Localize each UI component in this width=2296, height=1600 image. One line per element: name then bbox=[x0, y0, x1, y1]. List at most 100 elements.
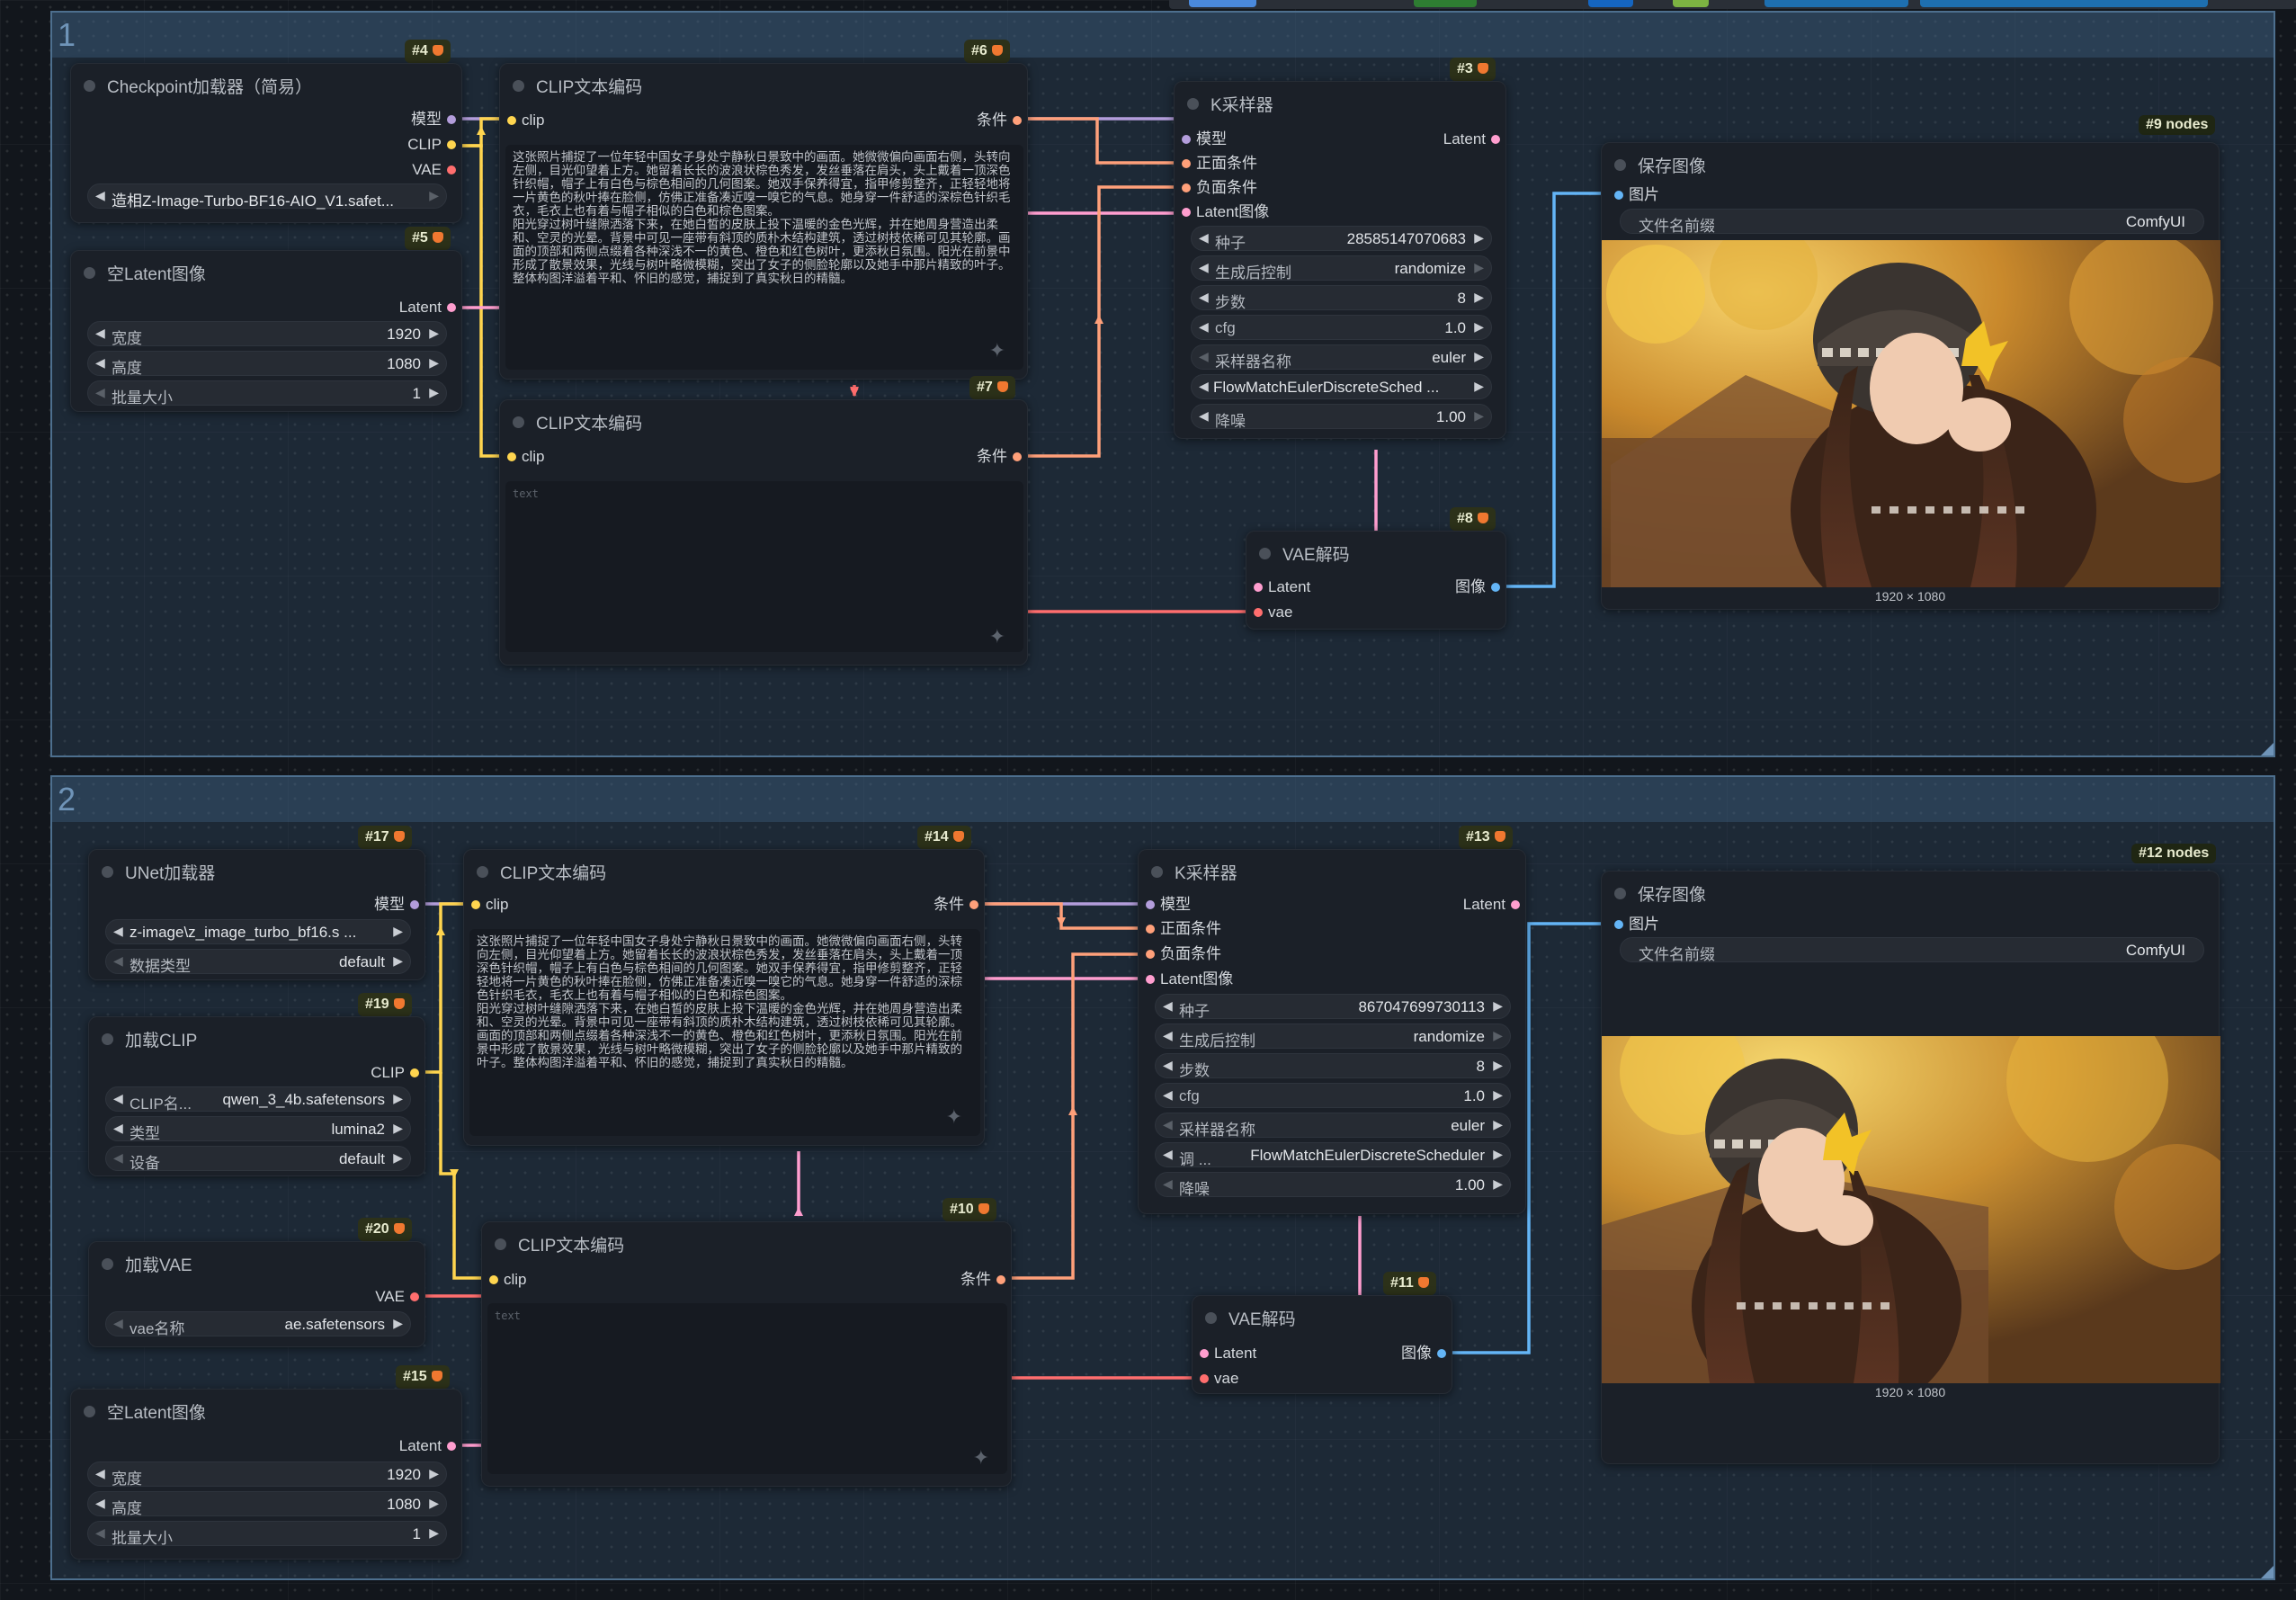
height-widget[interactable]: ◀ 高度 1080 ▶ bbox=[87, 1491, 447, 1517]
input-positive[interactable]: 正面条件 bbox=[1146, 920, 1221, 938]
input-images[interactable]: 图片 bbox=[1614, 916, 1659, 934]
output-model[interactable]: 模型 bbox=[411, 111, 456, 129]
width-widget[interactable]: ◀ 宽度 1920 ▶ bbox=[87, 1461, 447, 1488]
sampler-name-widget[interactable]: ◀ 采样器名称 euler ▶ bbox=[1155, 1113, 1511, 1139]
input-clip[interactable]: clip bbox=[507, 112, 545, 130]
node-header[interactable]: CLIP文本编码 bbox=[500, 64, 1027, 107]
output-conditioning[interactable]: 条件 bbox=[977, 112, 1022, 130]
node-header[interactable]: VAE解码 bbox=[1246, 532, 1505, 575]
output-latent[interactable]: Latent bbox=[1443, 130, 1500, 148]
collapse-dot-icon[interactable] bbox=[84, 267, 95, 279]
vae-loader-node[interactable]: 加载VAE VAE ◀ vae名称 ae.safetensors ▶ bbox=[88, 1241, 425, 1347]
filename-prefix-widget[interactable]: 文件名前缀 ComfyUI bbox=[1620, 937, 2204, 963]
arrow-left-icon[interactable]: ◀ bbox=[1199, 260, 1209, 275]
arrow-left-icon[interactable]: ◀ bbox=[95, 1466, 105, 1481]
weight-dtype-widget[interactable]: ◀ 数据类型 default ▶ bbox=[105, 949, 411, 975]
collapse-dot-icon[interactable] bbox=[84, 80, 95, 92]
sparkle-icon[interactable]: ✦ bbox=[989, 625, 1005, 648]
arrow-right-icon[interactable]: ▶ bbox=[1493, 1028, 1503, 1043]
arrow-right-icon[interactable]: ▶ bbox=[1493, 1058, 1503, 1073]
steps-widget[interactable]: ◀ 步数 8 ▶ bbox=[1191, 285, 1492, 311]
arrow-right-icon[interactable]: ▶ bbox=[1474, 408, 1484, 424]
collapse-dot-icon[interactable] bbox=[84, 1406, 95, 1417]
clip-text-encode-negative-node[interactable]: CLIP文本编码 clip 条件 text ✦ bbox=[481, 1221, 1012, 1487]
collapse-dot-icon[interactable] bbox=[495, 1238, 506, 1250]
node-header[interactable]: CLIP文本编码 bbox=[482, 1222, 1011, 1265]
cfg-widget[interactable]: ◀ cfg 1.0 ▶ bbox=[1155, 1083, 1511, 1108]
steps-widget[interactable]: ◀ 步数 8 ▶ bbox=[1155, 1053, 1511, 1079]
input-vae[interactable]: vae bbox=[1254, 603, 1292, 621]
input-vae[interactable]: vae bbox=[1200, 1370, 1238, 1388]
arrow-left-icon[interactable]: ◀ bbox=[1163, 1028, 1173, 1043]
output-image[interactable]: 图像 bbox=[1401, 1345, 1446, 1363]
node-header[interactable]: 空Latent图像 bbox=[71, 251, 461, 294]
height-widget[interactable]: ◀ 高度 1080 ▶ bbox=[87, 351, 447, 377]
save-image-node[interactable]: 保存图像 图片 文件名前缀 ComfyUI 1920 × 1080 bbox=[1601, 142, 2220, 610]
arrow-left-icon[interactable]: ◀ bbox=[1199, 230, 1209, 246]
batch-widget[interactable]: ◀ 批量大小 1 ▶ bbox=[87, 1521, 447, 1547]
collapse-dot-icon[interactable] bbox=[1205, 1312, 1217, 1324]
collapse-dot-icon[interactable] bbox=[1614, 159, 1626, 171]
collapse-dot-icon[interactable] bbox=[1187, 98, 1199, 110]
output-latent[interactable]: Latent bbox=[399, 299, 456, 317]
sparkle-icon[interactable]: ✦ bbox=[946, 1105, 962, 1129]
clip-text-encode-positive-node[interactable]: CLIP文本编码 clip 条件 这张照片捕捉了一位年轻中国女子身处宁静秋日景致… bbox=[463, 849, 985, 1146]
node-header[interactable]: K采样器 bbox=[1175, 82, 1505, 125]
arrow-right-icon[interactable]: ▶ bbox=[429, 355, 439, 371]
arrow-left-icon[interactable]: ◀ bbox=[1163, 1117, 1173, 1132]
prompt-textarea[interactable]: 这张照片捕捉了一位年轻中国女子身处宁静秋日景致中的画面。她微微偏向画面右侧，头转… bbox=[505, 145, 1023, 370]
arrow-right-icon[interactable]: ▶ bbox=[393, 1121, 403, 1136]
arrow-left-icon[interactable]: ◀ bbox=[113, 1121, 123, 1136]
node-header[interactable]: 保存图像 bbox=[1602, 872, 2219, 915]
vae-decode-node[interactable]: VAE解码 Latent vae 图像 bbox=[1192, 1295, 1452, 1394]
input-latent[interactable]: Latent bbox=[1200, 1345, 1256, 1363]
arrow-right-icon[interactable]: ▶ bbox=[393, 924, 403, 939]
arrow-right-icon[interactable]: ▶ bbox=[1474, 260, 1484, 275]
preview-image[interactable] bbox=[1602, 240, 2220, 587]
input-latent-image[interactable]: Latent图像 bbox=[1146, 970, 1233, 988]
arrow-right-icon[interactable]: ▶ bbox=[429, 1496, 439, 1511]
node-header[interactable]: CLIP文本编码 bbox=[464, 850, 984, 893]
output-vae[interactable]: VAE bbox=[375, 1288, 419, 1306]
arrow-left-icon[interactable]: ◀ bbox=[1163, 1176, 1173, 1192]
input-model[interactable]: 模型 bbox=[1182, 130, 1227, 148]
input-images[interactable]: 图片 bbox=[1614, 186, 1659, 204]
arrow-right-icon[interactable]: ▶ bbox=[1493, 1117, 1503, 1132]
save-image-node[interactable]: 保存图像 图片 文件名前缀 ComfyUI 1920 × 1080 bbox=[1601, 871, 2220, 1464]
node-header[interactable]: 加载CLIP bbox=[89, 1017, 424, 1060]
output-conditioning[interactable]: 条件 bbox=[934, 896, 978, 914]
arrow-right-icon[interactable]: ▶ bbox=[1493, 998, 1503, 1014]
control-after-generate-widget[interactable]: ◀ 生成后控制 randomize ▶ bbox=[1155, 1023, 1511, 1050]
seed-widget[interactable]: ◀ 种子 867047699730113 ▶ bbox=[1155, 994, 1511, 1020]
prompt-textarea[interactable]: 这张照片捕捉了一位年轻中国女子身处宁静秋日景致中的画面。她微微偏向画面右侧，头转… bbox=[469, 929, 980, 1136]
unet-loader-node[interactable]: UNet加载器 模型 ◀ z-image\z_image_turbo_bf16.s… bbox=[88, 849, 425, 980]
node-header[interactable]: Checkpoint加载器（简易） bbox=[71, 64, 461, 107]
clip-name-combo[interactable]: ◀ CLIP名... qwen_3_4b.safetensors ▶ bbox=[105, 1086, 411, 1113]
arrow-right-icon[interactable]: ▶ bbox=[429, 1466, 439, 1481]
prompt-textarea[interactable]: text bbox=[505, 481, 1023, 652]
node-header[interactable]: UNet加载器 bbox=[89, 850, 424, 893]
arrow-left-icon[interactable]: ◀ bbox=[1199, 319, 1209, 335]
input-negative[interactable]: 负面条件 bbox=[1146, 945, 1221, 963]
input-clip[interactable]: clip bbox=[507, 448, 545, 466]
arrow-left-icon[interactable]: ◀ bbox=[1199, 290, 1209, 305]
arrow-left-icon[interactable]: ◀ bbox=[95, 355, 105, 371]
vae-decode-node[interactable]: VAE解码 Latent vae 图像 bbox=[1246, 531, 1506, 630]
input-negative[interactable]: 负面条件 bbox=[1182, 179, 1257, 197]
arrow-right-icon[interactable]: ▶ bbox=[393, 1316, 403, 1331]
arrow-left-icon[interactable]: ◀ bbox=[95, 326, 105, 341]
arrow-right-icon[interactable]: ▶ bbox=[393, 1091, 403, 1106]
input-clip[interactable]: clip bbox=[471, 896, 509, 914]
vae-name-combo[interactable]: ◀ vae名称 ae.safetensors ▶ bbox=[105, 1311, 411, 1337]
arrow-left-icon[interactable]: ◀ bbox=[113, 953, 123, 969]
denoise-widget[interactable]: ◀ 降噪 1.00 ▶ bbox=[1191, 404, 1492, 430]
device-widget[interactable]: ◀ 设备 default ▶ bbox=[105, 1146, 411, 1172]
filename-prefix-widget[interactable]: 文件名前缀 ComfyUI bbox=[1620, 209, 2204, 235]
collapse-dot-icon[interactable] bbox=[102, 1033, 113, 1045]
arrow-left-icon[interactable]: ◀ bbox=[1199, 408, 1209, 424]
arrow-right-icon[interactable]: ▶ bbox=[1474, 230, 1484, 246]
empty-latent-node[interactable]: 空Latent图像 Latent ◀ 宽度 1920 ▶ ◀ 高度 1080 ▶ ◀ 批量大小… bbox=[70, 1389, 462, 1560]
arrow-right-icon[interactable]: ▶ bbox=[393, 1150, 403, 1166]
collapse-dot-icon[interactable] bbox=[1151, 866, 1163, 878]
arrow-left-icon[interactable]: ◀ bbox=[95, 1525, 105, 1541]
